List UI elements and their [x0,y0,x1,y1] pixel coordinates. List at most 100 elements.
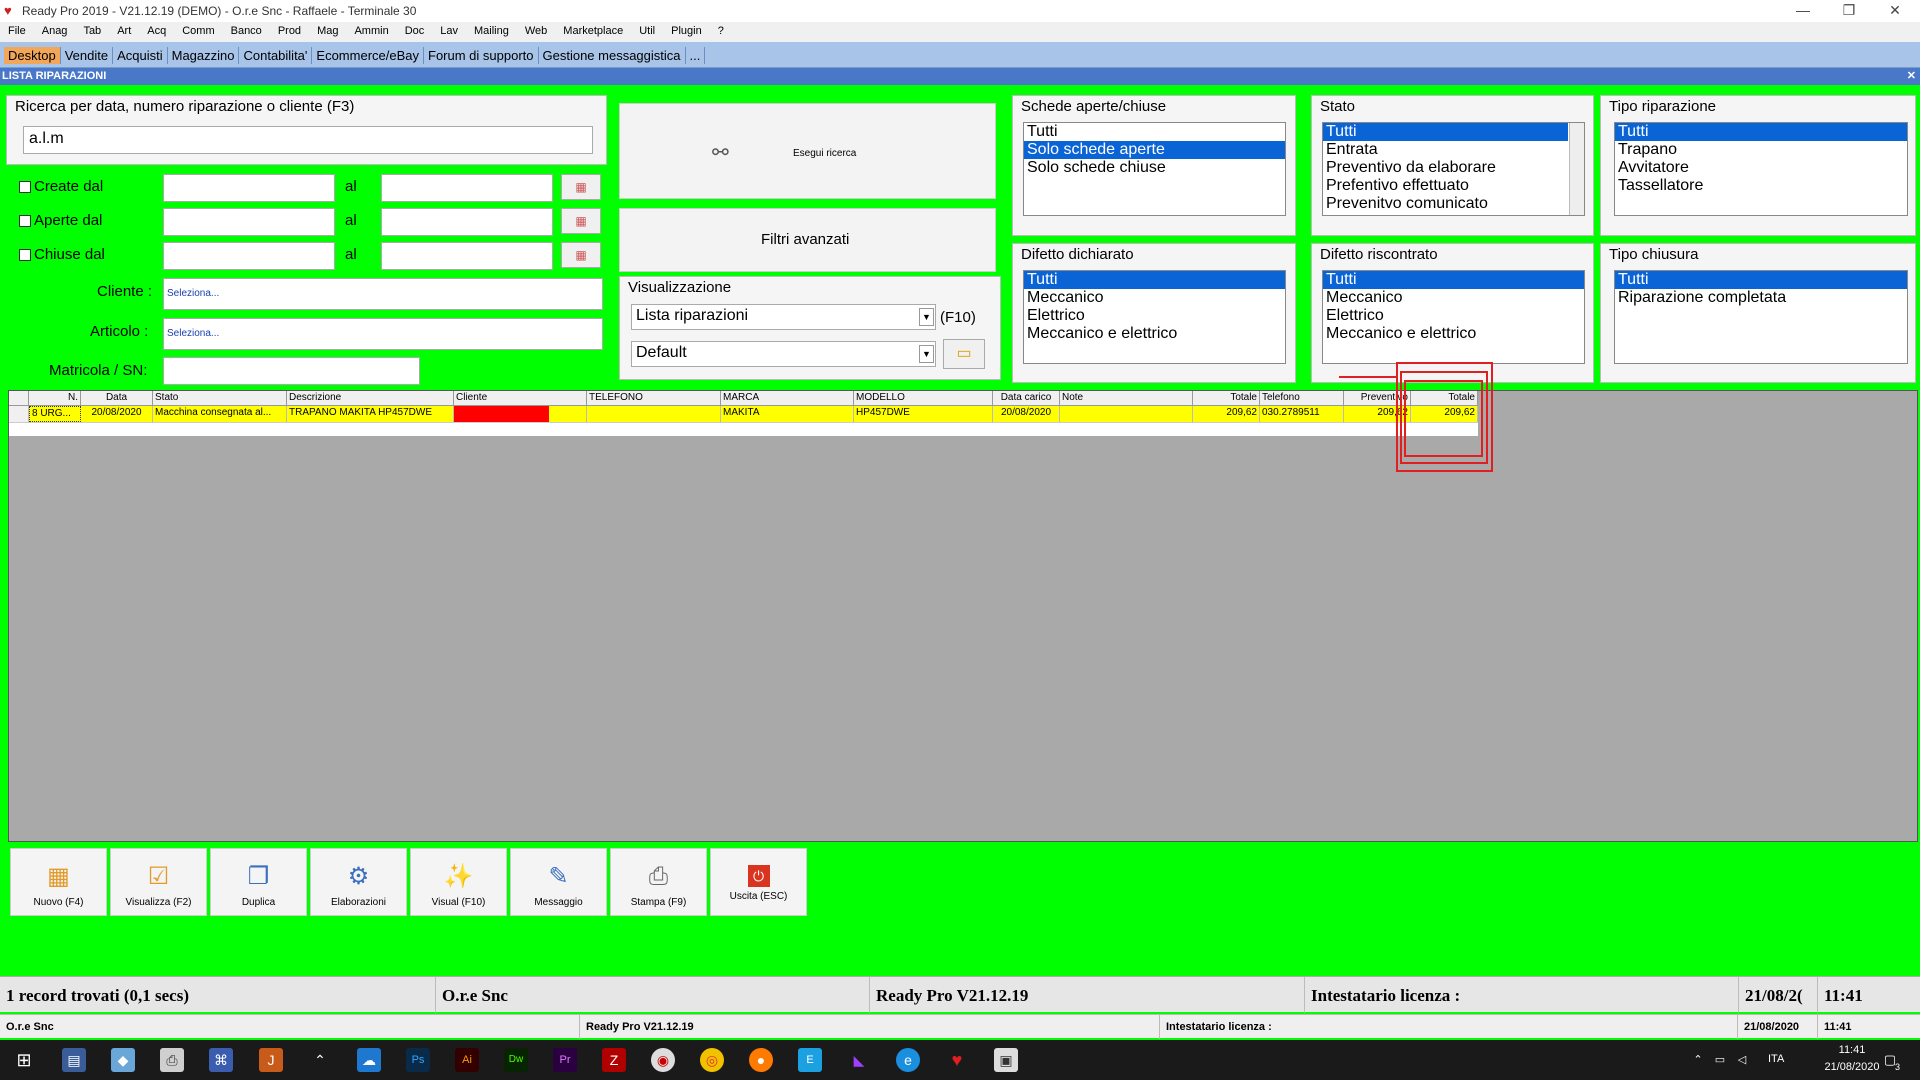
menu-prod[interactable]: Prod [270,22,309,37]
new-button[interactable]: ▦ Nuovo (F4) [10,848,107,916]
tab-messaggistica[interactable]: Gestione messaggistica [539,47,686,64]
menu-comm[interactable]: Comm [174,22,222,37]
column-header[interactable]: TELEFONO [587,391,721,406]
column-header[interactable]: Data [81,391,153,406]
menu-file[interactable]: File [0,22,34,37]
column-header[interactable]: Descrizione [287,391,454,406]
new-row[interactable] [9,422,1478,436]
articolo-field[interactable]: Seleziona... [163,318,603,350]
photoshop-icon[interactable]: Ps [406,1048,430,1072]
menu-web[interactable]: Web [517,22,555,37]
list-item[interactable]: Avvitatore [1615,159,1907,177]
list-item[interactable]: Meccanico e elettrico [1323,325,1584,343]
column-header[interactable]: Telefono [1260,391,1344,406]
menu-banco[interactable]: Banco [223,22,270,37]
close-button[interactable]: ✕ [1872,0,1918,22]
cell-client[interactable] [454,406,587,422]
print-button[interactable]: ⎙ Stampa (F9) [610,848,707,916]
column-header[interactable]: Note [1060,391,1193,406]
volume-icon[interactable]: ◁ [1730,1048,1754,1072]
minimize-button[interactable]: — [1780,0,1826,22]
dreamweaver-icon[interactable]: Dw [504,1048,528,1072]
calendar-icon[interactable]: ▦ [561,242,601,268]
folder-icon[interactable]: ▭ [943,339,985,369]
menu-mailing[interactable]: Mailing [466,22,517,37]
cell-date[interactable]: 20/08/2020 [81,406,153,422]
opened-to-input[interactable] [381,208,553,236]
chevron-up-icon[interactable]: ⌃ [308,1048,332,1072]
readypro-icon[interactable]: ♥ [945,1048,969,1072]
matricola-input[interactable] [163,357,420,385]
app-j-icon[interactable]: J [259,1048,283,1072]
exit-button[interactable]: ⏻ Uscita (ESC) [710,848,807,916]
list-item[interactable]: Tutti [1024,123,1285,141]
tab-vendite[interactable]: Vendite [61,47,114,64]
chevron-down-icon[interactable]: ▼ [919,345,934,363]
column-header[interactable]: Data carico [993,391,1060,406]
list-item[interactable]: Preventivo da elaborare [1323,159,1584,177]
cell-description[interactable]: TRAPANO MAKITA HP457DWE [287,406,454,422]
list-item[interactable]: Meccanico [1323,289,1584,307]
visual-button[interactable]: ✨ Visual (F10) [410,848,507,916]
tab-acquisti[interactable]: Acquisti [113,47,168,64]
illustrator-icon[interactable]: Ai [455,1048,479,1072]
restore-button[interactable]: ❐ [1826,0,1872,22]
menu-art[interactable]: Art [109,22,139,37]
menu-ammin[interactable]: Ammin [346,22,396,37]
app-circle-icon[interactable]: ◉ [651,1048,675,1072]
windows-start-icon[interactable]: ⊞ [12,1048,36,1072]
list-item[interactable]: Entrata [1323,141,1584,159]
cell-notes[interactable] [1060,406,1193,422]
section-close-button[interactable]: ✕ [1907,69,1916,82]
list-item[interactable]: Elettrico [1323,307,1584,325]
list-item[interactable]: Meccanico e elettrico [1024,325,1285,343]
view-list-select[interactable]: Lista riparazioni ▼ [631,304,936,330]
menu-anag[interactable]: Anag [34,22,76,37]
view-button[interactable]: ☑ Visualizza (F2) [110,848,207,916]
taskbar-time[interactable]: 11:41 [1818,1044,1886,1056]
printer-app-icon[interactable]: ⎙ [160,1048,184,1072]
list-item[interactable]: Solo schede chiuse [1024,159,1285,177]
edge-icon[interactable]: e [896,1048,920,1072]
row-indicator[interactable] [9,406,29,422]
message-button[interactable]: ✎ Messaggio [510,848,607,916]
list-item[interactable]: Tutti [1615,271,1907,289]
menu-help[interactable]: ? [710,22,732,37]
cell-load-date[interactable]: 20/08/2020 [993,406,1060,422]
cloud-icon[interactable]: ☁ [357,1048,381,1072]
menu-marketplace[interactable]: Marketplace [555,22,631,37]
list-item[interactable]: Tutti [1323,271,1584,289]
list-item[interactable]: Prefentivo effettuato [1323,177,1584,195]
network-tray-icon[interactable]: ▭ [1708,1048,1732,1072]
list-item[interactable]: Riparazione completata [1615,289,1907,307]
menu-acq[interactable]: Acq [139,22,174,37]
tab-desktop[interactable]: Desktop [4,47,61,64]
cell-number[interactable]: 8 URG... [29,406,81,422]
cell-total[interactable]: 209,62 [1193,406,1260,422]
processing-button[interactable]: ⚙ Elaborazioni [310,848,407,916]
view-layout-select[interactable]: Default ▼ [631,341,936,367]
cliente-field[interactable]: Seleziona... [163,278,603,310]
tab-magazzino[interactable]: Magazzino [168,47,240,64]
advanced-filters-button[interactable]: Filtri avanzati [619,208,996,272]
cell-model[interactable]: HP457DWE [854,406,993,422]
column-header[interactable]: Stato [153,391,287,406]
calendar-icon[interactable]: ▦ [561,208,601,234]
created-to-input[interactable] [381,174,553,202]
list-item[interactable]: Tutti [1615,123,1907,141]
column-header[interactable]: Totale [1193,391,1260,406]
premiere-icon[interactable]: Pr [553,1048,577,1072]
menu-mag[interactable]: Mag [309,22,346,37]
menu-util[interactable]: Util [631,22,663,37]
language-indicator[interactable]: ITA [1768,1053,1784,1065]
tray-chevron-icon[interactable]: ⌃ [1686,1048,1710,1072]
tab-contabilita[interactable]: Contabilita' [239,47,313,64]
app-e-icon[interactable]: E [798,1048,822,1072]
list-item[interactable]: Tassellatore [1615,177,1907,195]
calendar-icon[interactable]: ▦ [561,174,601,200]
list-item[interactable]: Trapano [1615,141,1907,159]
menu-lav[interactable]: Lav [432,22,466,37]
opened-from-input[interactable] [163,208,335,236]
tab-more[interactable]: ... [686,47,706,64]
list-item[interactable]: Meccanico [1024,289,1285,307]
